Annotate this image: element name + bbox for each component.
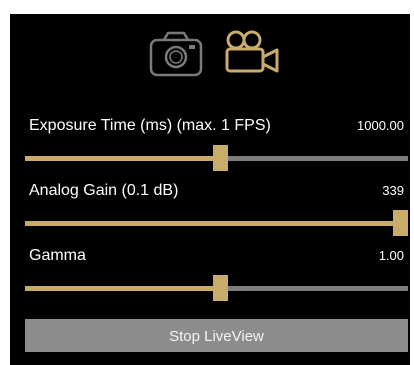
slider-row-gamma: Gamma 1.00 xyxy=(10,247,410,311)
slider-fill xyxy=(25,286,221,291)
video-camera-icon[interactable] xyxy=(225,30,279,76)
gamma-label: Gamma xyxy=(29,247,86,264)
gamma-slider[interactable] xyxy=(25,274,408,302)
slider-thumb[interactable] xyxy=(212,275,228,301)
gamma-value: 1.00 xyxy=(378,248,404,263)
analog-gain-value: 339 xyxy=(382,183,404,198)
slider-row-analog-gain: Analog Gain (0.1 dB) 339 xyxy=(10,182,410,246)
slider-row-exposure: Exposure Time (ms) (max. 1 FPS) 1000.00 xyxy=(10,117,410,181)
analog-gain-label: Analog Gain (0.1 dB) xyxy=(29,182,179,199)
exposure-time-value: 1000.00 xyxy=(357,118,404,133)
slider-thumb[interactable] xyxy=(393,210,408,236)
camera-icon[interactable] xyxy=(149,30,203,78)
slider-fill xyxy=(25,221,401,226)
slider-fill xyxy=(25,156,221,161)
exposure-time-label: Exposure Time (ms) (max. 1 FPS) xyxy=(29,117,271,134)
liveview-panel: Exposure Time (ms) (max. 1 FPS) 1000.00 … xyxy=(10,14,410,365)
slider-thumb[interactable] xyxy=(212,145,228,171)
analog-gain-slider[interactable] xyxy=(25,209,408,237)
stop-liveview-button[interactable]: Stop LiveView xyxy=(25,319,408,352)
exposure-time-slider[interactable] xyxy=(25,144,408,172)
